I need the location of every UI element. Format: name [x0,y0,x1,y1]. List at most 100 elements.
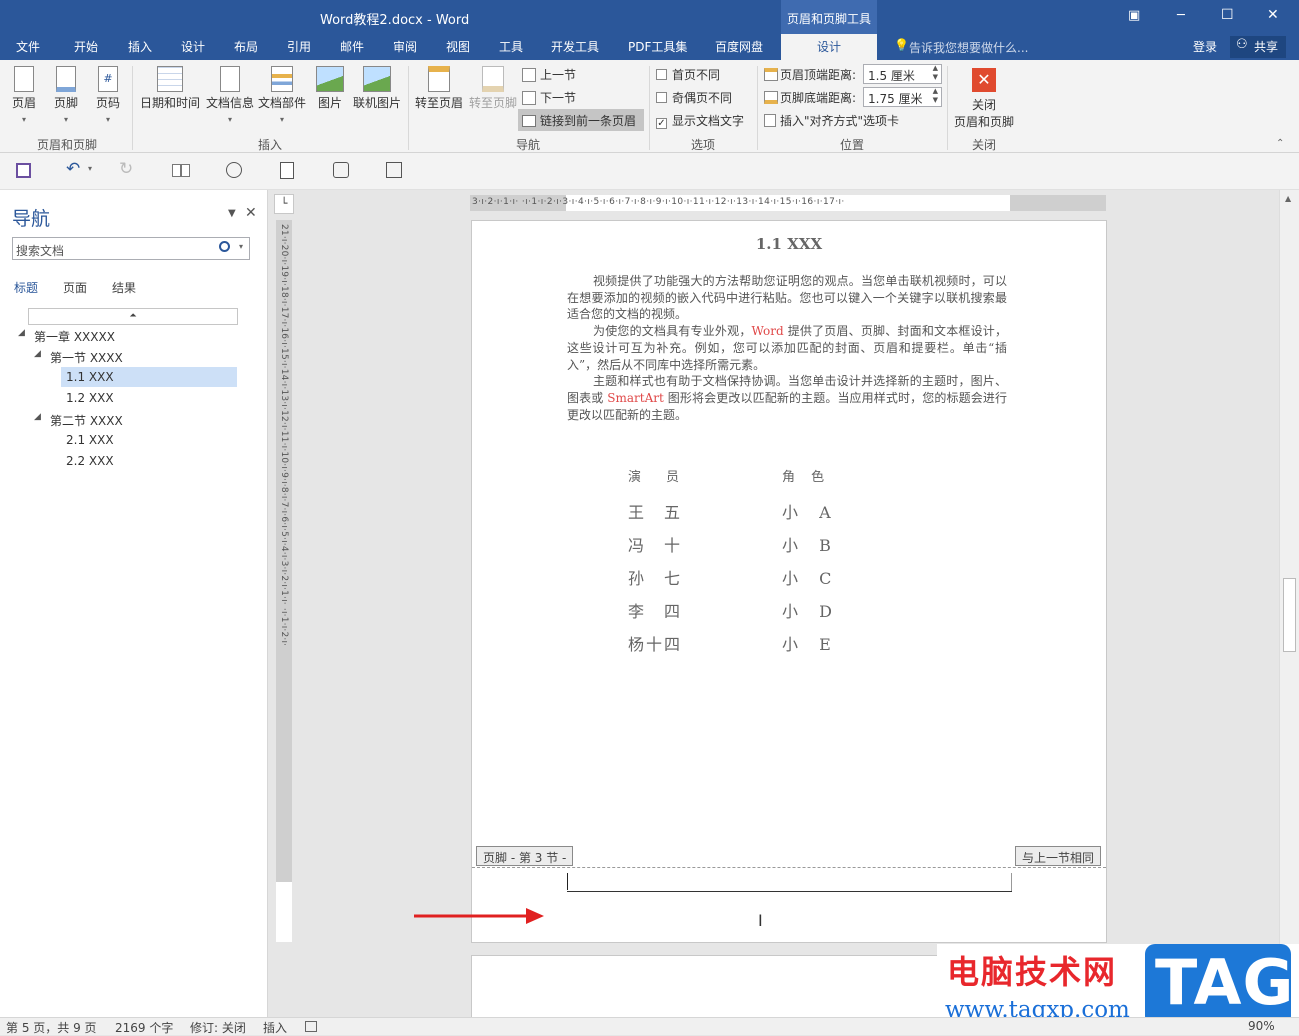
body-text[interactable]: 视频提供了功能强大的方法帮助您证明您的观点。当您单击联机视频时，可以在想要添加的… [567,273,1007,423]
checkbox-box [656,69,667,80]
scroll-up-icon[interactable]: ▲ [1285,194,1291,203]
close-button[interactable]: ✕ [1267,7,1279,23]
maximize-button[interactable]: ☐ [1221,7,1234,23]
header-button[interactable]: 页眉 ▾ [8,66,40,125]
context-tool-header: 页眉和页脚工具 [781,0,877,34]
spinner-arrows-icon[interactable]: ▲ ▼ [933,64,938,82]
tab-baidu-netdisk[interactable]: 百度网盘 [715,38,763,55]
zoom-level-status[interactable]: 90% [1248,1019,1275,1033]
tab-design[interactable]: 设计 [181,38,205,55]
nav-pane-close-icon[interactable]: ✕ [245,205,257,221]
scrollbar-thumb[interactable] [1283,578,1296,652]
tab-pdf-tools[interactable]: PDF工具集 [628,38,687,55]
tab-tools[interactable]: 工具 [499,38,523,55]
tab-selector-icon[interactable]: └ [274,194,294,214]
different-first-page-checkbox[interactable]: 首页不同 [656,66,720,83]
cast-role: 小 A [782,503,839,522]
tab-layout[interactable]: 布局 [234,38,258,55]
nav-heading-item[interactable]: 第一章 XXXXX [34,328,115,345]
same-as-previous-tag: 与上一节相同 [1015,846,1102,866]
nav-heading-item[interactable]: 2.1 XXX [66,433,114,447]
globe-icon[interactable] [226,162,242,178]
nav-tab-headings[interactable]: 标题 [14,279,38,296]
tell-me-input[interactable]: 告诉我您想要做什么... [909,39,1028,56]
share-button[interactable]: ⚇ 共享 [1230,36,1286,58]
next-section-button[interactable]: 下一节 [522,89,576,106]
scroll-to-top-button[interactable]: ⏶ [28,308,238,325]
quick-parts-button[interactable]: 文档部件 ▾ [256,66,308,125]
undo-dropdown-icon[interactable]: ▾ [88,164,92,173]
tab-home[interactable]: 开始 [74,38,98,55]
print-preview-icon[interactable] [280,162,294,179]
login-link[interactable]: 登录 [1193,38,1217,55]
group-label-options: 选项 [690,138,715,152]
nav-heading-item[interactable]: 第一节 XXXX [50,349,123,366]
tab-mailings[interactable]: 邮件 [340,38,364,55]
nav-pane-options-icon[interactable]: ▼ [228,208,236,219]
tab-hf-design-active[interactable]: 设计 [781,34,877,60]
tab-view[interactable]: 视图 [446,38,470,55]
collapse-arrow-icon[interactable]: ◢ [18,328,25,338]
footer-button[interactable]: 页脚 ▾ [50,66,82,125]
insert-alignment-tab-button[interactable]: 插入"对齐方式"选项卡 [764,112,899,129]
cast-actor: 孙 七 [628,569,683,588]
undo-icon[interactable]: ↶ [66,159,80,179]
online-picture-button[interactable]: 联机图片 [350,66,404,111]
show-document-text-checkbox[interactable]: ✓ 显示文档文字 [656,112,744,129]
nav-search-box[interactable]: 搜索文档 ▾ [12,237,250,260]
document-page[interactable]: 1.1 XXX 视频提供了功能强大的方法帮助您证明您的观点。当您单击联机视频时，… [471,220,1107,943]
nav-heading-item[interactable]: 1.2 XXX [66,391,114,405]
nav-search-input[interactable]: 搜索文档 [16,242,64,259]
footer-bottom-distance-row: 页脚底端距离: [764,89,856,106]
close-header-footer-button[interactable]: ✕ 关闭 页眉和页脚 [952,68,1016,130]
footer-bottom-distance-spinner[interactable]: 1.75 厘米 ▲ ▼ [863,87,942,107]
insert-mode-status[interactable]: 插入 [263,1019,287,1036]
tab-developer[interactable]: 开发工具 [551,38,599,55]
group-label-insert: 插入 [257,138,282,152]
spinner-arrows-icon[interactable]: ▲ ▼ [933,87,938,105]
prev-section-button[interactable]: 上一节 [522,66,576,83]
goto-footer-button[interactable]: 转至页脚 [466,66,520,111]
ribbon-display-options-icon[interactable]: ▣ [1128,8,1140,23]
nav-heading-item[interactable]: 第二节 XXXX [50,412,123,429]
group-label-close: 关闭 [971,138,996,152]
different-odd-even-checkbox[interactable]: 奇偶页不同 [656,89,732,106]
goto-header-button[interactable]: 转至页眉 [412,66,466,111]
save-icon[interactable] [16,163,31,178]
tab-insert[interactable]: 插入 [128,38,152,55]
nav-tab-results[interactable]: 结果 [112,279,136,296]
date-time-button[interactable]: 日期和时间 [138,66,202,111]
collapse-arrow-icon[interactable]: ◢ [34,412,41,422]
page-heading[interactable]: 1.1 XXX [472,235,1106,253]
vertical-ruler[interactable]: 21·ı·20·ı·19·ı·18·ı·17·ı·16·ı·15·ı·14·ı·… [276,220,292,942]
macro-record-icon[interactable] [305,1021,317,1032]
tab-file[interactable]: 文件 [16,38,40,55]
doc-info-button[interactable]: 文档信息 ▾ [204,66,256,125]
nav-heading-item[interactable]: 2.2 XXX [66,454,114,468]
search-icon[interactable] [219,241,230,252]
two-page-icon[interactable] [172,164,190,177]
page-count-status[interactable]: 第 5 页，共 9 页 [6,1019,97,1036]
customize-icon[interactable] [386,162,402,178]
vertical-scrollbar[interactable]: ▲ [1279,190,1299,1017]
collapse-arrow-icon[interactable]: ◢ [34,349,41,359]
nav-tab-pages[interactable]: 页面 [63,279,87,296]
nav-heading-item-selected[interactable]: 1.1 XXX [66,370,114,384]
tab-review[interactable]: 审阅 [393,38,417,55]
link-to-previous-button[interactable]: 链接到前一条页眉 [518,109,644,131]
page-number-button[interactable]: # 页码 ▾ [92,66,124,125]
collapse-ribbon-icon[interactable]: ⌃ [1276,138,1284,149]
redo-icon[interactable]: ↻ [119,159,133,179]
track-changes-status[interactable]: 修订: 关闭 [190,1019,246,1036]
group-divider [132,66,133,150]
picture-button[interactable]: 图片 [312,66,348,111]
word-count-status[interactable]: 2169 个字 [115,1019,173,1036]
tab-references[interactable]: 引用 [287,38,311,55]
prev-section-icon [522,68,536,82]
minimize-button[interactable]: ─ [1177,8,1185,23]
touch-mode-icon[interactable] [333,162,349,178]
cast-role: 小 C [782,569,840,588]
horizontal-ruler[interactable]: 3·ı·2·ı·1·ı· ·ı·1·ı·2·ı·3·ı·4·ı·5·ı·6·ı·… [470,195,1106,211]
header-top-distance-spinner[interactable]: 1.5 厘米 ▲ ▼ [863,64,942,84]
search-dropdown-icon[interactable]: ▾ [239,242,243,251]
